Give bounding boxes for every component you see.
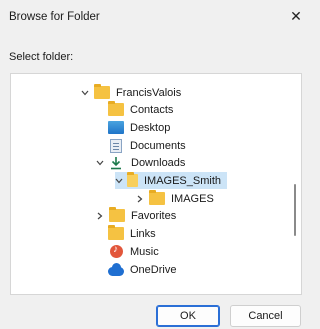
tree-item-label: IMAGES_Smith bbox=[143, 174, 221, 187]
folder-icon bbox=[149, 190, 165, 205]
close-icon[interactable]: ✕ bbox=[286, 6, 306, 26]
tree-item-label: Desktop bbox=[130, 121, 171, 134]
folder-icon bbox=[108, 225, 124, 240]
tree-item-contacts[interactable]: Contacts bbox=[108, 101, 173, 118]
folder-icon bbox=[109, 207, 125, 222]
music-icon bbox=[110, 244, 123, 258]
window-title: Browse for Folder bbox=[9, 11, 100, 23]
browse-for-folder-dialog: Browse for Folder ✕ Select folder: Franc… bbox=[0, 0, 308, 329]
folder-icon bbox=[94, 84, 110, 99]
tree-item-label: Favorites bbox=[131, 209, 177, 222]
tree-item-downloads[interactable]: Downloads bbox=[95, 154, 185, 171]
folder-icon bbox=[108, 101, 124, 116]
tree-item-images-smith[interactable]: IMAGES_Smith bbox=[115, 172, 227, 189]
tree-item-music[interactable]: Music bbox=[108, 243, 159, 260]
chevron-down-icon[interactable] bbox=[115, 172, 123, 189]
tree-item-label: Downloads bbox=[131, 156, 186, 169]
tree-item-label: FrancisValois bbox=[116, 86, 182, 99]
folder-tree[interactable]: FrancisValois Contacts Desktop Documents… bbox=[10, 73, 302, 295]
tree-item-label: OneDrive bbox=[130, 263, 177, 276]
tree-item-desktop[interactable]: Desktop bbox=[108, 119, 170, 136]
chevron-down-icon[interactable] bbox=[80, 84, 90, 101]
tree-item-francisvalois[interactable]: FrancisValois bbox=[80, 84, 181, 101]
cancel-button[interactable]: Cancel bbox=[230, 305, 301, 327]
chevron-right-icon[interactable] bbox=[95, 207, 105, 224]
folder-open-icon bbox=[127, 172, 138, 187]
tree-item-label: Links bbox=[130, 227, 156, 240]
tree-item-images[interactable]: IMAGES bbox=[135, 190, 214, 207]
select-folder-label: Select folder: bbox=[9, 51, 74, 63]
tree-item-documents[interactable]: Documents bbox=[108, 137, 186, 154]
tree-item-label: Contacts bbox=[130, 103, 174, 116]
tree-item-label: Documents bbox=[130, 139, 186, 152]
chevron-down-icon[interactable] bbox=[95, 154, 105, 171]
tree-item-favorites[interactable]: Favorites bbox=[95, 207, 176, 224]
vertical-scrollbar[interactable] bbox=[294, 184, 296, 236]
ok-button[interactable]: OK bbox=[156, 305, 220, 327]
documents-icon bbox=[110, 138, 122, 153]
tree-item-label: Music bbox=[130, 245, 159, 258]
tree-item-onedrive[interactable]: OneDrive bbox=[108, 261, 176, 278]
download-icon bbox=[109, 156, 125, 170]
tree-item-links[interactable]: Links bbox=[108, 225, 156, 242]
onedrive-icon bbox=[108, 262, 124, 276]
tree-item-label: IMAGES bbox=[171, 192, 214, 205]
chevron-right-icon[interactable] bbox=[135, 190, 145, 207]
desktop-icon bbox=[108, 121, 124, 134]
